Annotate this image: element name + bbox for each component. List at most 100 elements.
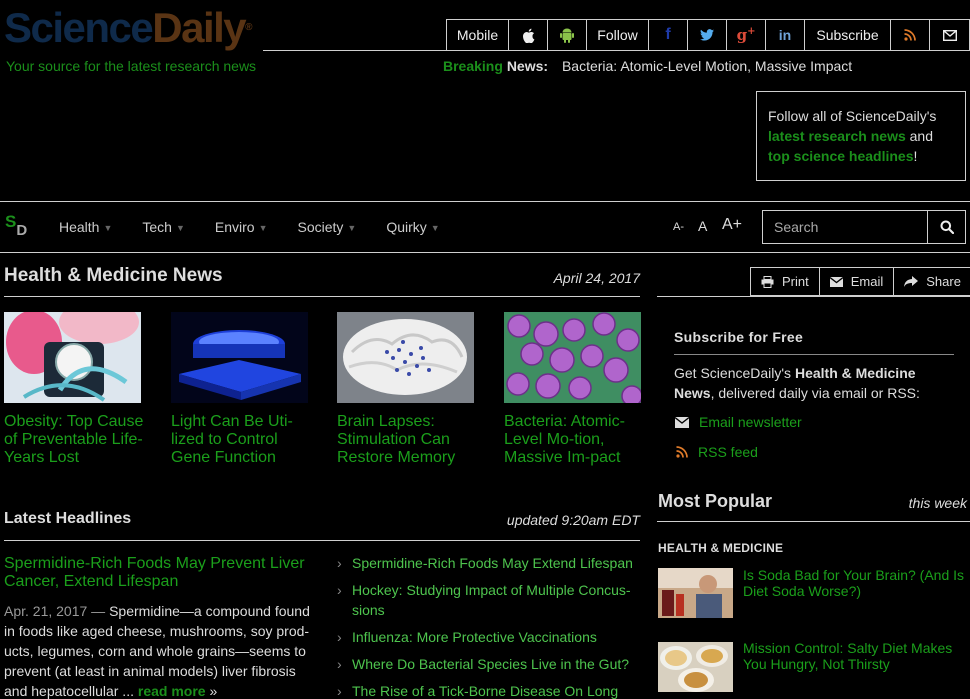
nav-item-health[interactable]: Health ▼ <box>59 219 112 235</box>
headline-list: Spermidine-Rich Foods May Extend Lifespa… <box>337 553 637 699</box>
story-title-link[interactable]: Light Can Be Uti-lized to Control Gene F… <box>171 413 321 467</box>
popular-thumbnail-salt[interactable] <box>658 642 733 692</box>
popular-story-link[interactable]: Is Soda Bad for Your Brain? (And Is Diet… <box>743 567 965 599</box>
follow-and-text: and <box>909 128 933 144</box>
news-label: News <box>506 58 544 74</box>
android-icon[interactable] <box>548 20 587 50</box>
breaking-news: Breaking News: Bacteria: Atomic-Level Mo… <box>443 58 852 74</box>
rss-feed-label: RSS feed <box>698 444 758 460</box>
lead-story-title-link[interactable]: Spermidine-Rich Foods May Prevent Liver … <box>4 555 314 591</box>
read-more-arrow: » <box>209 683 218 699</box>
headline-link[interactable]: Influenza: More Protective Vaccinations <box>337 627 637 647</box>
story-thumbnail-brain[interactable] <box>337 312 474 403</box>
email-newsletter-label: Email newsletter <box>699 414 802 430</box>
subscribe-text: Get ScienceDaily's Health & Medicine New… <box>674 363 959 403</box>
section-date: April 24, 2017 <box>553 270 640 286</box>
print-label: Print <box>782 274 809 289</box>
story-thumbnail-light[interactable] <box>171 312 308 403</box>
rss-feed-link[interactable]: RSS feed <box>676 444 758 460</box>
mobile-link[interactable]: Mobile <box>447 20 509 50</box>
facebook-icon[interactable]: f <box>649 20 688 50</box>
story-title-link[interactable]: Brain Lapses: Stimulation Can Restore Me… <box>337 413 487 467</box>
headline-link[interactable]: Spermidine-Rich Foods May Extend Lifespa… <box>337 553 637 573</box>
lead-story-summary: Apr. 21, 2017 — Spermidine—a compound fo… <box>4 601 320 699</box>
sd-logo[interactable]: SD <box>5 213 27 238</box>
latest-research-news-link[interactable]: latest research news <box>768 128 906 144</box>
nav-item-label: Enviro <box>214 219 255 235</box>
subscribe-link[interactable]: Subscribe <box>805 20 891 50</box>
top-nav: Mobile Follow f g+ in Subscribe <box>446 19 970 51</box>
lead-story-date: Apr. 21, 2017 <box>4 603 88 619</box>
nav-item-quirky[interactable]: Quirky ▼ <box>386 219 439 235</box>
share-icon <box>904 276 919 287</box>
logo-science: Science <box>4 4 154 51</box>
sidebar-divider <box>657 296 970 297</box>
google-plus-icon[interactable]: g+ <box>727 20 766 50</box>
updated-time: updated 9:20am EDT <box>506 512 640 528</box>
most-popular-divider <box>657 521 970 522</box>
email-button[interactable]: Email <box>820 268 895 295</box>
follow-box: Follow all of ScienceDaily's latest rese… <box>756 91 966 181</box>
nav-item-label: Tech <box>142 219 172 235</box>
popular-thumbnail-soda[interactable] <box>658 568 733 618</box>
read-more-link[interactable]: read more <box>138 683 206 699</box>
story-thumbnail-bacteria[interactable] <box>504 312 641 403</box>
nav-bottom-divider <box>0 252 970 253</box>
twitter-icon[interactable] <box>688 20 727 50</box>
breaking-headline-link[interactable]: Bacteria: Atomic-Level Motion, Massive I… <box>562 58 852 74</box>
search-icon <box>940 220 954 234</box>
print-icon <box>761 275 774 288</box>
follow-exclaim: ! <box>913 148 918 164</box>
nav-item-label: Quirky <box>386 219 427 235</box>
share-bar: Print Email Share <box>750 267 970 296</box>
subscribe-text-part: , delivered daily via email or RSS: <box>710 385 920 401</box>
logo-daily: Daily <box>152 4 246 51</box>
linkedin-icon[interactable]: in <box>766 20 805 50</box>
mail-icon[interactable] <box>930 20 969 50</box>
rss-icon <box>676 446 688 458</box>
mail-icon <box>675 416 689 428</box>
breaking-label: Breaking <box>443 58 503 74</box>
font-size-normal-button[interactable]: A <box>698 218 707 234</box>
follow-link[interactable]: Follow <box>587 20 649 50</box>
nav-item-label: Society <box>297 219 344 235</box>
latest-divider <box>4 540 640 541</box>
top-science-headlines-link[interactable]: top science headlines <box>768 148 914 164</box>
email-label: Email <box>850 274 884 289</box>
headline-link[interactable]: Where Do Bacterial Species Live in the G… <box>337 654 637 674</box>
search-button[interactable] <box>927 210 966 244</box>
breaking-separator: : <box>543 58 549 74</box>
email-newsletter-link[interactable]: Email newsletter <box>675 414 802 430</box>
story-thumbnail-obesity[interactable] <box>4 312 141 403</box>
nav-item-tech[interactable]: Tech ▼ <box>142 219 185 235</box>
nav-item-label: Health <box>59 219 100 235</box>
rss-icon[interactable] <box>891 20 930 50</box>
most-popular-period[interactable]: this week <box>860 495 967 511</box>
follow-text: Follow all of ScienceDaily's <box>768 108 937 124</box>
mail-icon <box>829 276 843 287</box>
font-size-decrease-button[interactable]: A- <box>673 221 684 233</box>
chevron-down-icon: ▼ <box>430 223 440 233</box>
font-size-increase-button[interactable]: A+ <box>722 216 742 234</box>
section-title: Health & Medicine News <box>4 265 223 286</box>
nav-top-divider <box>0 201 970 202</box>
most-popular-category: HEALTH & MEDICINE <box>658 541 784 555</box>
lead-story-dash: — <box>87 603 110 619</box>
share-label: Share <box>926 274 961 289</box>
site-logo[interactable]: ScienceDaily® <box>4 4 253 51</box>
nav-item-enviro[interactable]: Enviro ▼ <box>215 219 268 235</box>
story-title-link[interactable]: Bacteria: Atomic-Level Mo-tion, Massive … <box>504 413 634 467</box>
headline-link[interactable]: Hockey: Studying Impact of Multiple Conc… <box>337 580 637 620</box>
apple-icon[interactable] <box>509 20 548 50</box>
share-button[interactable]: Share <box>894 268 970 295</box>
subscribe-text-part: Get ScienceDaily's <box>674 365 795 381</box>
print-button[interactable]: Print <box>751 268 820 295</box>
nav-item-society[interactable]: Society ▼ <box>298 219 357 235</box>
popular-story-link[interactable]: Mission Control: Salty Diet Makes You Hu… <box>743 640 965 672</box>
chevron-down-icon: ▼ <box>258 223 268 233</box>
story-title-link[interactable]: Obesity: Top Cause of Preventable Life-Y… <box>4 413 154 467</box>
subscribe-title: Subscribe for Free <box>674 329 804 345</box>
headline-link[interactable]: The Rise of a Tick-Borne Disease On Long <box>337 681 637 699</box>
search-input[interactable] <box>762 210 928 244</box>
latest-headlines-title: Latest Headlines <box>4 510 132 527</box>
